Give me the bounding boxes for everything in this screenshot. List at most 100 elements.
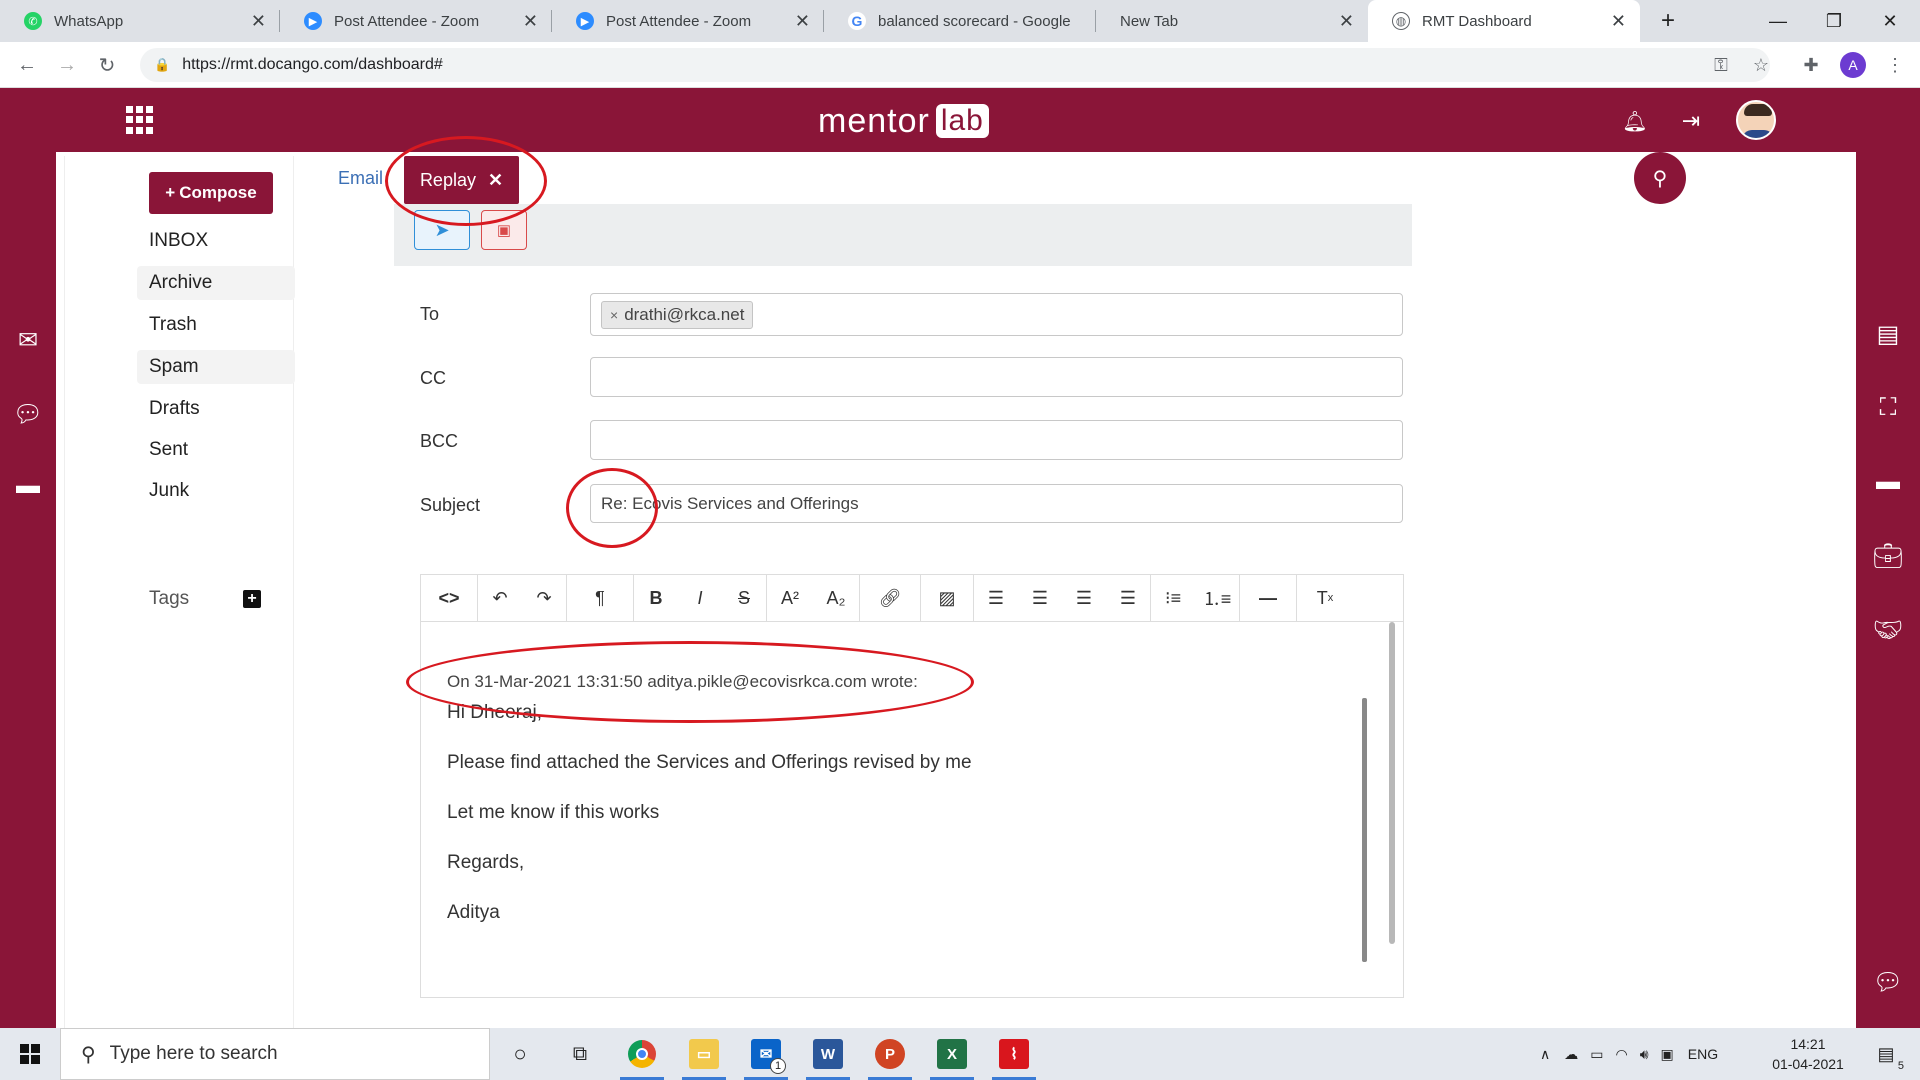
chevron-up-icon[interactable]: ∧ <box>1540 1046 1550 1063</box>
close-tab-icon[interactable]: ✕ <box>251 11 266 32</box>
add-tag-icon[interactable]: + <box>243 590 261 608</box>
send-button[interactable]: ➤ <box>414 210 470 250</box>
align-right-icon[interactable]: ☰ <box>1062 575 1106 621</box>
excel-app-icon[interactable]: X <box>926 1028 978 1080</box>
cc-field[interactable] <box>590 357 1403 397</box>
align-left-icon[interactable]: ☰ <box>974 575 1018 621</box>
key-icon[interactable]: ⚿ <box>1706 50 1736 80</box>
folder-junk[interactable]: Junk <box>137 474 295 508</box>
editor-scrollbar[interactable] <box>1389 622 1395 944</box>
file-explorer-icon[interactable]: ▭ <box>678 1028 730 1080</box>
forward-icon[interactable]: → <box>52 50 82 80</box>
contact-card-icon[interactable]: ▤ <box>1856 314 1920 354</box>
onedrive-icon[interactable]: ☁ <box>1564 1046 1578 1063</box>
language-indicator[interactable]: ENG <box>1688 1046 1718 1062</box>
browser-tab-new[interactable]: New Tab ✕ <box>1096 0 1368 42</box>
subscript-icon[interactable]: A₂ <box>813 575 859 621</box>
mail-app-icon[interactable]: ✉ 1 <box>740 1028 792 1080</box>
compose-button[interactable]: + Compose <box>149 172 273 214</box>
word-app-icon[interactable]: W <box>802 1028 854 1080</box>
profile-button[interactable]: A <box>1838 50 1868 80</box>
cortana-icon[interactable]: ○ <box>494 1028 546 1080</box>
reload-icon[interactable]: ↻ <box>92 50 122 80</box>
powerpoint-app-icon[interactable]: P <box>864 1028 916 1080</box>
notifications-icon[interactable]: ▤ 5 <box>1860 1028 1912 1080</box>
back-icon[interactable]: ← <box>12 50 42 80</box>
image-icon[interactable]: ▨ <box>921 575 973 621</box>
wifi-icon[interactable]: ◠ <box>1615 1046 1627 1063</box>
user-avatar[interactable] <box>1736 100 1776 140</box>
acrobat-app-icon[interactable]: ⌇ <box>988 1028 1040 1080</box>
align-justify-icon[interactable]: ☰ <box>1106 575 1150 621</box>
align-center-icon[interactable]: ☰ <box>1018 575 1062 621</box>
chrome-app-icon[interactable] <box>616 1028 668 1080</box>
task-view-icon[interactable]: ⧉ <box>554 1028 606 1080</box>
folder-inbox[interactable]: INBOX <box>137 224 295 258</box>
remove-chip-icon[interactable]: × <box>610 307 618 323</box>
recipient-chip[interactable]: × drathi@rkca.net <box>601 300 754 329</box>
strikethrough-icon[interactable]: S <box>722 575 766 621</box>
superscript-icon[interactable]: A² <box>767 575 813 621</box>
tab-email[interactable]: Email <box>338 168 383 189</box>
apps-grid-icon[interactable] <box>126 106 154 134</box>
bell-icon[interactable]: 🔔︎ <box>1620 106 1650 136</box>
browser-tab-google[interactable]: G balanced scorecard - Google <box>824 0 1096 42</box>
logout-icon[interactable]: ⇥ <box>1676 106 1706 136</box>
volume-icon[interactable]: 🔊︎ <box>1640 1046 1649 1063</box>
url-input[interactable]: 🔒 https://rmt.docango.com/dashboard# <box>140 48 1770 82</box>
menu-kebab-icon[interactable]: ⋮ <box>1880 50 1910 80</box>
folder-icon[interactable]: ▬ <box>0 466 56 506</box>
new-tab-button[interactable]: + <box>1640 0 1696 42</box>
paragraph-format-icon[interactable]: ¶ <box>567 575 633 621</box>
folder-sent[interactable]: Sent <box>137 433 295 467</box>
browser-tab-zoom-2[interactable]: ▶ Post Attendee - Zoom ✕ <box>552 0 824 42</box>
redo-icon[interactable]: ↷ <box>522 575 566 621</box>
horizontal-rule-icon[interactable]: — <box>1240 575 1296 621</box>
handshake-icon[interactable]: 🤝︎ <box>1856 610 1920 650</box>
browser-tab-zoom-1[interactable]: ▶ Post Attendee - Zoom ✕ <box>280 0 552 42</box>
inner-scrollbar[interactable] <box>1362 698 1367 962</box>
chat-icon[interactable]: 💬︎ <box>0 394 56 434</box>
tab-replay[interactable]: Replay ✕ <box>404 156 519 204</box>
bold-icon[interactable]: B <box>634 575 678 621</box>
close-tab-icon[interactable]: ✕ <box>488 170 503 191</box>
folder-spam[interactable]: Spam <box>137 350 295 384</box>
bcc-field[interactable] <box>590 420 1403 460</box>
save-draft-button[interactable]: ▣ <box>481 210 527 250</box>
close-tab-icon[interactable]: ✕ <box>1611 11 1626 32</box>
folder-drafts[interactable]: Drafts <box>137 392 295 426</box>
clear-format-icon[interactable]: Tx <box>1297 575 1353 621</box>
browser-tab-whatsapp[interactable]: ✆ WhatsApp ✕ <box>0 0 280 42</box>
bullet-list-icon[interactable]: ⁝≡ <box>1151 575 1195 621</box>
link-icon[interactable]: 🔗︎ <box>860 575 920 621</box>
mail-icon[interactable]: ✉ <box>0 320 56 360</box>
battery-icon[interactable]: ▭ <box>1590 1046 1603 1063</box>
subject-field[interactable]: Re: Ecovis Services and Offerings <box>590 484 1403 523</box>
close-tab-icon[interactable]: ✕ <box>1339 11 1354 32</box>
folder-archive[interactable]: Archive <box>137 266 295 300</box>
editor-body[interactable]: On 31-Mar-2021 13:31:50 aditya.pikle@eco… <box>420 622 1404 998</box>
close-tab-icon[interactable]: ✕ <box>795 11 810 32</box>
chat-icon[interactable]: 💬︎ <box>1856 962 1920 1002</box>
restore-icon[interactable]: ❐ <box>1806 0 1862 42</box>
search-button[interactable]: ⚲ <box>1634 152 1686 204</box>
browser-tab-rmt-dashboard[interactable]: ◍ RMT Dashboard ✕ <box>1368 0 1640 42</box>
meet-now-icon[interactable]: ▣ <box>1661 1046 1674 1063</box>
mentorlab-logo[interactable]: mentor lab <box>818 102 989 140</box>
star-icon[interactable]: ☆ <box>1746 50 1776 80</box>
close-window-icon[interactable]: ✕ <box>1862 0 1918 42</box>
close-tab-icon[interactable]: ✕ <box>523 11 538 32</box>
folder-trash[interactable]: Trash <box>137 308 295 342</box>
code-view-icon[interactable]: <> <box>421 575 477 621</box>
extensions-icon[interactable]: ✚ <box>1796 50 1826 80</box>
minimize-icon[interactable]: — <box>1750 0 1806 42</box>
undo-icon[interactable]: ↶ <box>478 575 522 621</box>
windows-start-icon[interactable] <box>4 1028 56 1080</box>
briefcase-icon[interactable]: 💼︎ <box>1856 536 1920 576</box>
org-chart-icon[interactable]: ⛶ <box>1856 388 1920 428</box>
clock[interactable]: 14:21 01-04-2021 <box>1770 1034 1846 1074</box>
numbered-list-icon[interactable]: ⒈≡ <box>1195 575 1239 621</box>
taskbar-search-input[interactable]: ⚲ Type here to search <box>60 1028 490 1080</box>
folder-icon[interactable]: ▬ <box>1856 462 1920 502</box>
italic-icon[interactable]: I <box>678 575 722 621</box>
